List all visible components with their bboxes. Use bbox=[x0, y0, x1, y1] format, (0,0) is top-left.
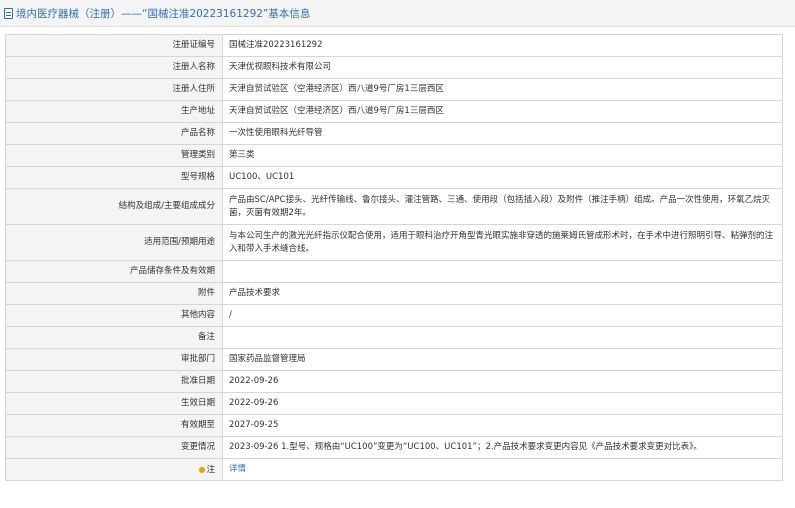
row-label: 批准日期 bbox=[5, 370, 223, 393]
row-label: ●注 bbox=[5, 458, 223, 481]
table-row-registrant-address: 注册人住所 天津自贸试验区（空港经济区）西八道9号厂房1三层西区 bbox=[5, 78, 783, 101]
row-label: 产品储存条件及有效期 bbox=[5, 260, 223, 283]
row-label: 型号规格 bbox=[5, 166, 223, 189]
table-row-structure-composition: 结构及组成/主要组成成分 产品由SC/APC接头、光纤传输线、鲁尔接头、灌注管路… bbox=[5, 188, 783, 225]
row-value: 天津自贸试验区（空港经济区）西八道9号厂房1三层西区 bbox=[222, 100, 783, 123]
row-value: 国家药品监督管理局 bbox=[222, 348, 783, 371]
table-row-approval-date: 批准日期 2022-09-26 bbox=[5, 370, 783, 393]
row-label: 生产地址 bbox=[5, 100, 223, 123]
row-value: 2023-09-26 1.型号、规格由“UC100”变更为“UC100、UC10… bbox=[222, 436, 783, 459]
row-label: 生效日期 bbox=[5, 392, 223, 415]
row-label: 其他内容 bbox=[5, 304, 223, 327]
row-value: 天津优视眼科技术有限公司 bbox=[222, 56, 783, 79]
table-row-attachment: 附件 产品技术要求 bbox=[5, 282, 783, 305]
table-row-other-content: 其他内容 / bbox=[5, 304, 783, 327]
document-icon bbox=[4, 7, 13, 19]
row-value: 国械注准20223161292 bbox=[222, 34, 783, 57]
row-label: 变更情况 bbox=[5, 436, 223, 459]
info-table-container: 注册证编号 国械注准20223161292 注册人名称 天津优视眼科技术有限公司… bbox=[5, 34, 783, 481]
table-row-valid-until: 有效期至 2027-09-25 bbox=[5, 414, 783, 437]
page-title: 境内医疗器械（注册）——“国械注准20223161292”基本信息 bbox=[16, 7, 311, 20]
row-label: 注册证编号 bbox=[5, 34, 223, 57]
table-row-effective-date: 生效日期 2022-09-26 bbox=[5, 392, 783, 415]
row-value: / bbox=[222, 304, 783, 327]
page-header: 境内医疗器械（注册）——“国械注准20223161292”基本信息 bbox=[0, 0, 795, 27]
table-row-intended-use: 适用范围/预期用途 与本公司生产的激光光纤指示仪配合使用，适用于眼科治疗开角型青… bbox=[5, 224, 783, 261]
table-row-note: ●注 详情 bbox=[5, 458, 783, 481]
row-value bbox=[222, 260, 783, 283]
table-row-registration-number: 注册证编号 国械注准20223161292 bbox=[5, 34, 783, 57]
row-value: 天津自贸试验区（空港经济区）西八道9号厂房1三层西区 bbox=[222, 78, 783, 101]
row-label: 审批部门 bbox=[5, 348, 223, 371]
row-value: 详情 bbox=[222, 458, 783, 481]
row-label: 备注 bbox=[5, 326, 223, 349]
row-value: UC100、UC101 bbox=[222, 166, 783, 189]
row-label: 适用范围/预期用途 bbox=[5, 224, 223, 261]
row-label: 附件 bbox=[5, 282, 223, 305]
table-row-approval-department: 审批部门 国家药品监督管理局 bbox=[5, 348, 783, 371]
table-row-model-spec: 型号规格 UC100、UC101 bbox=[5, 166, 783, 189]
info-table: 注册证编号 国械注准20223161292 注册人名称 天津优视眼科技术有限公司… bbox=[5, 34, 783, 481]
row-value: 第三类 bbox=[222, 144, 783, 167]
row-value: 一次性使用眼科光纤导管 bbox=[222, 122, 783, 145]
table-row-change-history: 变更情况 2023-09-26 1.型号、规格由“UC100”变更为“UC100… bbox=[5, 436, 783, 459]
row-label: 注册人住所 bbox=[5, 78, 223, 101]
row-label: 产品名称 bbox=[5, 122, 223, 145]
row-label: 注册人名称 bbox=[5, 56, 223, 79]
row-label: 管理类别 bbox=[5, 144, 223, 167]
row-value bbox=[222, 326, 783, 349]
row-label-text: 注 bbox=[206, 464, 215, 475]
row-label: 结构及组成/主要组成成分 bbox=[5, 188, 223, 225]
row-value: 2027-09-25 bbox=[222, 414, 783, 437]
row-value: 与本公司生产的激光光纤指示仪配合使用，适用于眼科治疗开角型青光眼实施非穿透的施莱… bbox=[222, 224, 783, 261]
table-row-storage-conditions: 产品储存条件及有效期 bbox=[5, 260, 783, 283]
row-value: 产品技术要求 bbox=[222, 282, 783, 305]
row-value: 产品由SC/APC接头、光纤传输线、鲁尔接头、灌注管路、三通、使用段（包括插入段… bbox=[222, 188, 783, 225]
row-label: 有效期至 bbox=[5, 414, 223, 437]
table-row-registrant-name: 注册人名称 天津优视眼科技术有限公司 bbox=[5, 56, 783, 79]
details-link[interactable]: 详情 bbox=[229, 464, 246, 474]
row-value: 2022-09-26 bbox=[222, 370, 783, 393]
table-row-remarks: 备注 bbox=[5, 326, 783, 349]
row-value: 2022-09-26 bbox=[222, 392, 783, 415]
lightbulb-icon: ● bbox=[198, 464, 206, 474]
table-row-management-category: 管理类别 第三类 bbox=[5, 144, 783, 167]
table-row-product-name: 产品名称 一次性使用眼科光纤导管 bbox=[5, 122, 783, 145]
table-row-production-address: 生产地址 天津自贸试验区（空港经济区）西八道9号厂房1三层西区 bbox=[5, 100, 783, 123]
